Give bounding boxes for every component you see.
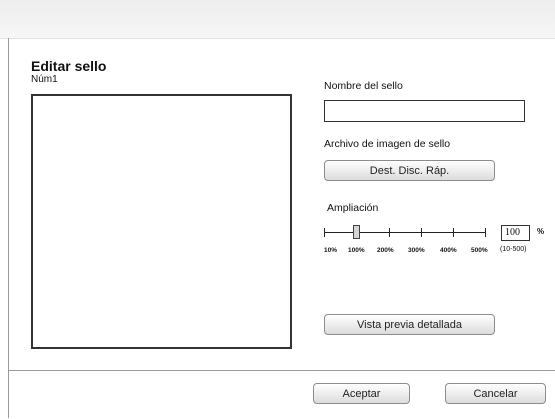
zoom-slider-track — [324, 232, 486, 233]
zoom-slider-tick — [421, 228, 422, 237]
zoom-slider-tick — [453, 228, 454, 237]
dialog-title: Editar sello — [31, 58, 107, 74]
zoom-tick-label: 100% — [348, 247, 365, 254]
stamp-name-input[interactable] — [324, 100, 525, 122]
zoom-tick-label: 500% — [471, 247, 488, 254]
stamp-name-label: Nombre del sello — [324, 80, 403, 92]
dialog-left-border — [8, 38, 9, 418]
zoom-label: Ampliación — [327, 202, 379, 214]
footer-divider — [8, 370, 555, 371]
dialog-title-bar — [0, 0, 555, 39]
zoom-tick-label: 300% — [408, 247, 425, 254]
stamp-preview-area — [31, 94, 292, 349]
zoom-unit: % — [537, 227, 545, 236]
zoom-slider-tick — [485, 228, 486, 237]
zoom-slider-tick — [389, 228, 390, 237]
stamp-image-label: Archivo de imagen de sello — [324, 138, 451, 150]
zoom-slider[interactable] — [324, 222, 486, 246]
zoom-value-input[interactable]: 100 — [501, 225, 530, 241]
accept-button[interactable]: Aceptar — [313, 383, 410, 404]
zoom-tick-label: 200% — [377, 247, 394, 254]
cancel-button[interactable]: Cancelar — [445, 383, 546, 404]
zoom-slider-thumb[interactable] — [353, 225, 360, 239]
detailed-preview-button[interactable]: Vista previa detallada — [324, 314, 495, 335]
browse-image-button[interactable]: Dest. Disc. Ráp. — [324, 160, 495, 181]
stamp-number: Núm1 — [31, 74, 58, 85]
zoom-tick-label: 10% — [324, 247, 338, 254]
zoom-tick-label: 400% — [440, 247, 457, 254]
zoom-slider-tick — [324, 228, 325, 237]
zoom-range-hint: (10-500) — [500, 246, 527, 253]
